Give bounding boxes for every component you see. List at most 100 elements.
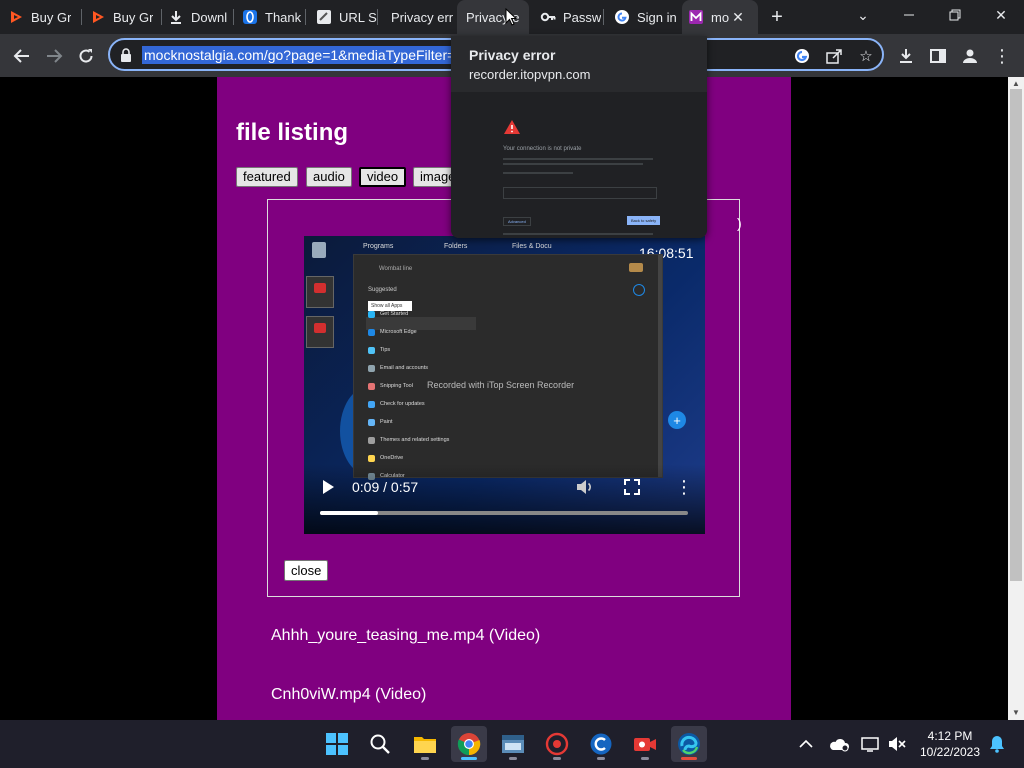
recorded-app-icon: [368, 364, 375, 372]
recorded-menu-item: Get Started: [368, 305, 449, 323]
bookmark-star-icon[interactable]: ☆: [856, 46, 876, 66]
menu-kebab-icon[interactable]: ⋮: [989, 43, 1015, 69]
recorded-plus-icon: +: [668, 411, 686, 429]
time-display: 0:09 / 0:57: [352, 479, 419, 495]
forward-button[interactable]: [41, 43, 67, 69]
tab-4[interactable]: Thank: [242, 0, 306, 34]
tab-search-icon[interactable]: ⌄: [840, 0, 886, 30]
clock-time: 4:12 PM: [927, 729, 973, 743]
tab-7-hovered[interactable]: Privacy e: [457, 0, 529, 34]
search-button[interactable]: [362, 726, 398, 762]
edge-icon: [678, 733, 700, 755]
volume-icon[interactable]: [575, 478, 593, 501]
recorded-app-icon: [368, 436, 375, 444]
tab-1[interactable]: Buy Gr: [8, 0, 82, 34]
scroll-thumb[interactable]: [1010, 89, 1022, 581]
tab-5[interactable]: URL Sh: [316, 0, 378, 34]
side-panel-icon[interactable]: [925, 43, 951, 69]
profile-avatar-icon[interactable]: [957, 43, 983, 69]
video-player[interactable]: Programs Folders Files & Docu 16:08:51 W…: [304, 236, 705, 534]
downloads-icon[interactable]: [893, 43, 919, 69]
recorded-menu-item: Paint: [368, 413, 449, 431]
filter-video-button[interactable]: video: [359, 167, 407, 187]
taskbar-app-camera[interactable]: [627, 726, 663, 762]
taskbar-app-recorder[interactable]: [539, 726, 575, 762]
recorded-label: Programs: [363, 243, 394, 250]
restore-icon[interactable]: [932, 0, 978, 30]
screen-recorder-icon: [545, 732, 569, 756]
tab-9[interactable]: Sign in: [614, 0, 680, 34]
display-icon[interactable]: [859, 733, 881, 755]
fullscreen-icon[interactable]: [624, 479, 640, 500]
file-link-2[interactable]: Cnh0viW.mp4 (Video): [271, 686, 426, 704]
warning-triangle-icon: [503, 119, 521, 140]
scroll-up-icon[interactable]: ▲: [1008, 77, 1024, 89]
recorded-app-icon: [368, 328, 375, 336]
play-button[interactable]: [321, 479, 335, 500]
recorded-menu-item: Microsoft Edge: [368, 323, 449, 341]
search-icon: [370, 734, 390, 754]
recorded-label: Folders: [444, 243, 468, 250]
file-link-1[interactable]: Ahhh_youre_teasing_me.mp4 (Video): [271, 627, 540, 645]
tab-3[interactable]: Downl: [168, 0, 234, 34]
taskbar-chrome[interactable]: [451, 726, 487, 762]
c-logo-icon: [590, 733, 612, 755]
start-button[interactable]: [319, 726, 355, 762]
lock-icon[interactable]: [120, 48, 132, 62]
new-tab-button[interactable]: +: [766, 6, 788, 28]
reload-button[interactable]: [73, 43, 99, 69]
tab-6[interactable]: Privacy erro: [391, 0, 453, 34]
chrome-icon: [457, 733, 481, 756]
filter-featured-button[interactable]: featured: [236, 167, 298, 187]
taskbar-app-ccleaner[interactable]: [583, 726, 619, 762]
recorded-app-icon: [368, 346, 375, 354]
taskbar-file-explorer[interactable]: [407, 726, 443, 762]
taskbar-app-terminal[interactable]: [495, 726, 531, 762]
tab-2[interactable]: Buy Gr: [90, 0, 162, 34]
recorded-app-icon: [368, 382, 375, 390]
system-clock[interactable]: 4:12 PM 10/22/2023: [918, 728, 982, 760]
minimize-icon[interactable]: [886, 0, 932, 30]
hover-card-domain: recorder.itopvpn.com: [469, 67, 591, 82]
recorded-app-icon: [368, 418, 375, 426]
m-icon: [688, 9, 704, 25]
recorded-menu-item: Tips: [368, 341, 449, 359]
progress-fill: [320, 511, 379, 515]
scroll-down-icon[interactable]: ▼: [1008, 706, 1024, 718]
window-app-icon: [502, 735, 524, 753]
url-text[interactable]: mocknostalgia.com/go?page=1&mediaTypeFil…: [142, 46, 458, 64]
recorded-start-menu: Wombat line Suggested Show all Apps Get …: [353, 254, 663, 480]
page-scrollbar[interactable]: ▲ ▼: [1008, 77, 1024, 720]
tray-chevron-up-icon[interactable]: [795, 733, 817, 755]
taskbar-edge[interactable]: [671, 726, 707, 762]
cursor-icon: [505, 7, 518, 31]
tab-close-icon[interactable]: ✕: [729, 8, 747, 26]
close-window-icon[interactable]: ✕: [978, 0, 1024, 30]
close-player-button[interactable]: close: [284, 560, 329, 581]
recorded-desktop-icon: [312, 242, 326, 258]
notification-bell-icon[interactable]: [986, 733, 1008, 755]
recorded-desktop-icon: [306, 316, 334, 348]
recorded-app-icon: [368, 400, 375, 408]
play-icon: [8, 9, 24, 25]
tab-8[interactable]: Passw: [540, 0, 604, 34]
key-icon: [540, 9, 556, 25]
windows-taskbar: 4:12 PM 10/22/2023: [0, 720, 1024, 768]
filter-audio-button[interactable]: audio: [306, 167, 352, 187]
recorded-menu-item: Themes and related settings: [368, 431, 449, 449]
video-controls: [304, 464, 705, 534]
volume-muted-icon[interactable]: [886, 733, 908, 755]
download-icon: [168, 9, 184, 25]
camera-icon: [634, 738, 656, 751]
video-menu-icon[interactable]: ⋮: [675, 478, 693, 496]
onedrive-icon[interactable]: [828, 733, 850, 755]
page-icon: [316, 9, 332, 25]
google-lens-icon[interactable]: [792, 46, 812, 66]
play-icon: [90, 9, 106, 25]
progress-track[interactable]: [320, 511, 688, 515]
clock-date: 10/22/2023: [919, 745, 981, 759]
recorded-menu-item: Email and accounts: [368, 359, 449, 377]
back-button[interactable]: [9, 43, 35, 69]
recorded-desktop-icon: [306, 276, 334, 308]
share-icon[interactable]: [824, 46, 844, 66]
